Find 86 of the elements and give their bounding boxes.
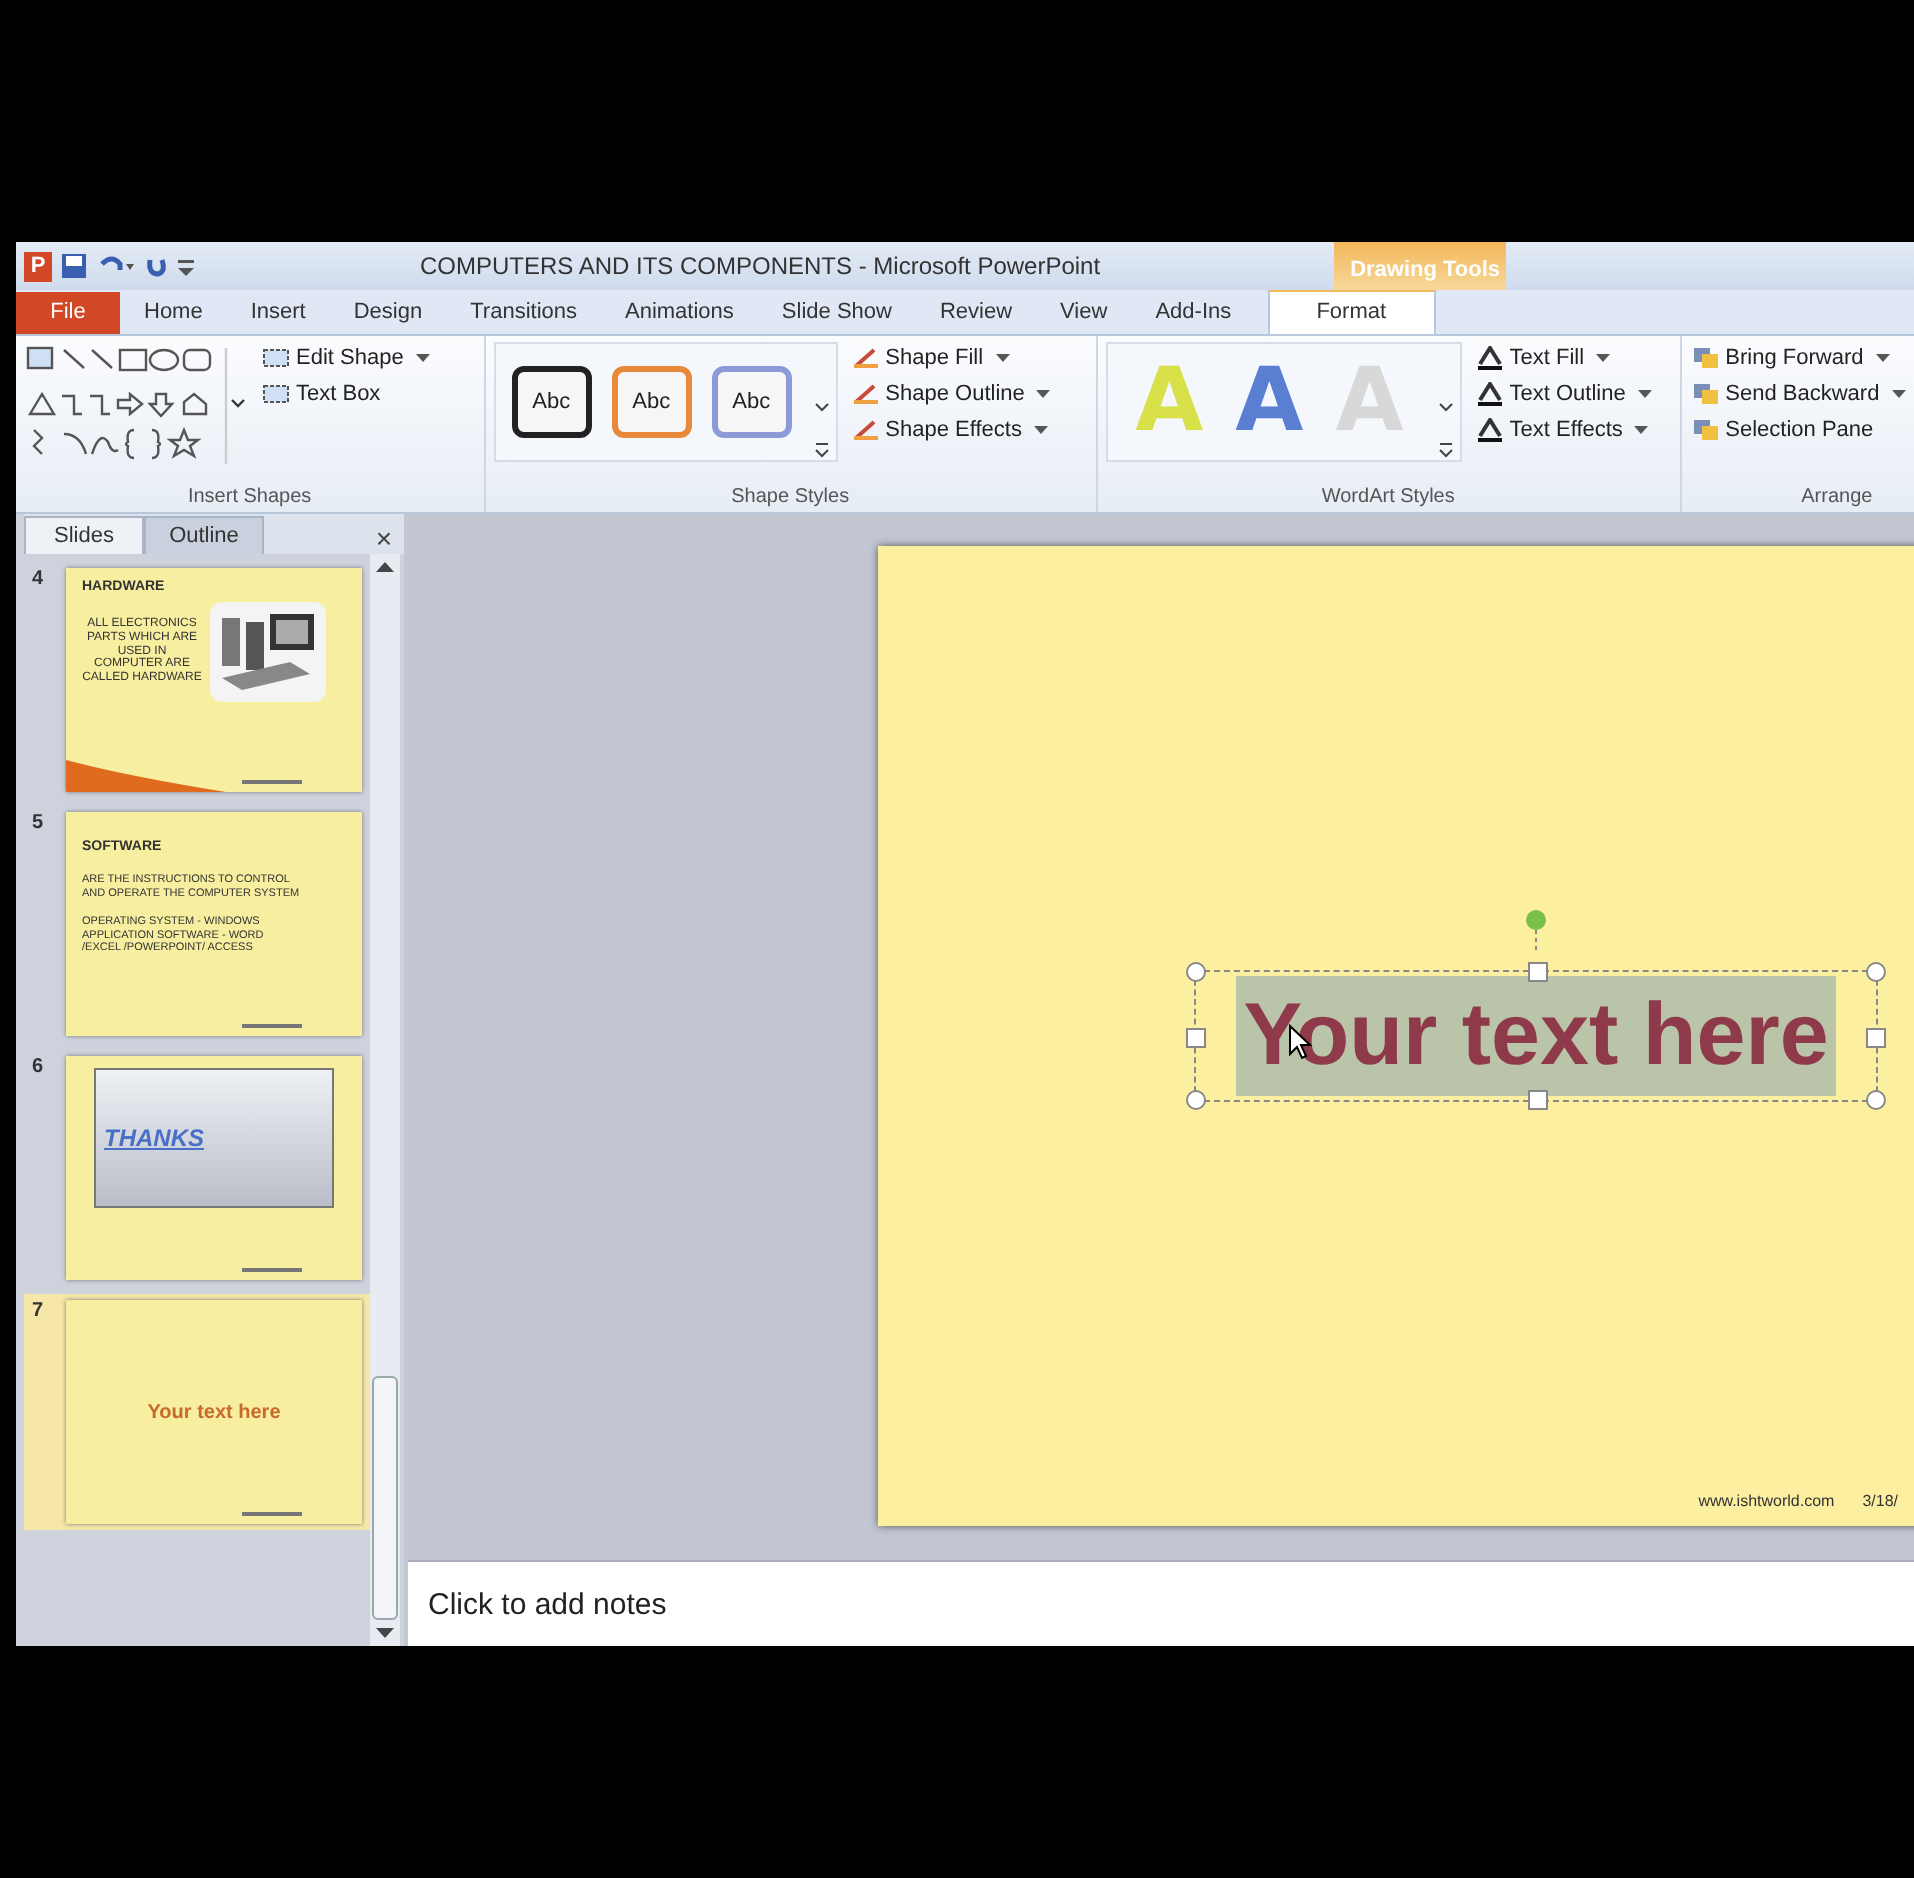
ribbon-command[interactable]: Text Effects bbox=[1473, 414, 1654, 446]
text-box-icon bbox=[262, 346, 290, 370]
ribbon-tab[interactable]: Review bbox=[915, 292, 1037, 334]
pencil-icon bbox=[851, 346, 880, 370]
dropdown-arrow-icon[interactable] bbox=[1596, 353, 1611, 363]
ribbon-command[interactable]: Bring Forward bbox=[1689, 342, 1908, 374]
ribbon-command[interactable]: Selection Pane bbox=[1689, 414, 1908, 446]
resize-handle[interactable] bbox=[1866, 1090, 1886, 1110]
scroll-up-icon[interactable] bbox=[376, 560, 394, 572]
resize-handle[interactable] bbox=[1528, 962, 1548, 982]
panel-tab[interactable]: Slides bbox=[24, 516, 144, 554]
text-box-icon bbox=[262, 382, 290, 406]
ribbon-command[interactable]: Text Box bbox=[260, 378, 432, 410]
scroll-bar[interactable] bbox=[370, 554, 400, 1646]
context-tab-group: Drawing Tools bbox=[1334, 242, 1507, 290]
ribbon-tab[interactable]: View bbox=[1036, 292, 1132, 334]
close-button[interactable]: × bbox=[363, 522, 404, 554]
slide-footer: www.ishtworld.com bbox=[1698, 1492, 1835, 1510]
group-label: Insert Shapes bbox=[185, 486, 314, 512]
slide-thumbnail-row[interactable]: 6 THANKS bbox=[24, 1050, 370, 1286]
ribbon-command[interactable]: Edit Shape bbox=[260, 342, 432, 374]
text-color-icon bbox=[1475, 418, 1504, 442]
ribbon-tab[interactable]: Animations bbox=[601, 292, 758, 334]
style-preset[interactable]: Abc bbox=[711, 366, 792, 438]
text-color-icon bbox=[1475, 382, 1504, 406]
text-color-icon bbox=[1475, 346, 1504, 370]
resize-handle[interactable] bbox=[1528, 1090, 1548, 1110]
slide-date: 3/18/ bbox=[1862, 1492, 1898, 1510]
ribbon-tab[interactable]: Design bbox=[329, 292, 447, 334]
ribbon-tab[interactable]: Insert bbox=[226, 292, 330, 334]
ribbon-command[interactable]: Text Outline bbox=[1473, 378, 1654, 410]
save-icon[interactable] bbox=[60, 252, 88, 280]
slide-canvas[interactable]: Your text here www.ishtworld.com 3/18/ bbox=[878, 546, 1914, 1526]
pencil-icon bbox=[851, 382, 880, 406]
style-preset[interactable]: Abc bbox=[511, 366, 592, 438]
thumbnail-title: Your text here bbox=[147, 1401, 281, 1423]
layers-icon bbox=[1691, 382, 1720, 406]
scroll-down-icon[interactable] bbox=[376, 1628, 394, 1640]
dropdown-arrow-icon[interactable] bbox=[1634, 425, 1649, 435]
resize-handle[interactable] bbox=[1866, 1028, 1886, 1048]
thumbnail-title: THANKS bbox=[104, 1124, 204, 1152]
ribbon-tab[interactable]: Transitions bbox=[446, 292, 601, 334]
dropdown-arrow-icon[interactable] bbox=[1036, 389, 1051, 399]
slide-number: 5 bbox=[32, 812, 46, 838]
ribbon-tab[interactable]: Slide Show bbox=[757, 292, 916, 334]
group-label: Arrange bbox=[1799, 486, 1875, 512]
panel-tab[interactable]: Outline bbox=[144, 516, 264, 554]
slide-number: 4 bbox=[32, 568, 46, 594]
resize-handle[interactable] bbox=[1186, 962, 1206, 982]
layers-icon bbox=[1691, 346, 1720, 370]
ribbon-tab[interactable]: Add-Ins bbox=[1131, 292, 1256, 334]
wordart-preset[interactable]: A bbox=[1235, 352, 1304, 452]
ribbon-command[interactable]: Shape Outline bbox=[849, 378, 1053, 410]
slide-thumbnail-row[interactable]: 7 Your text here bbox=[24, 1294, 370, 1530]
pencil-icon bbox=[851, 418, 880, 442]
ribbon-tab[interactable]: File bbox=[16, 292, 120, 334]
ribbon-command[interactable]: Shape Fill bbox=[849, 342, 1053, 374]
scroll-thumb[interactable] bbox=[372, 1376, 398, 1620]
app-logo: P bbox=[24, 251, 52, 281]
resize-handle[interactable] bbox=[1186, 1090, 1206, 1110]
layers-icon bbox=[1691, 418, 1720, 442]
dropdown-arrow-icon[interactable] bbox=[995, 353, 1010, 363]
rotation-handle[interactable] bbox=[1524, 908, 1548, 952]
window-title: COMPUTERS AND ITS COMPONENTS - Microsoft PowerPoint bbox=[420, 252, 1101, 280]
shapes-gallery-drawing[interactable] bbox=[24, 342, 248, 466]
group-label: Shape Styles bbox=[729, 486, 852, 512]
group-label: WordArt Styles bbox=[1319, 486, 1457, 512]
slide-number: 6 bbox=[32, 1056, 46, 1082]
dropdown-arrow-icon[interactable] bbox=[1637, 389, 1652, 399]
ribbon-command[interactable]: Text Fill bbox=[1473, 342, 1654, 374]
slide-text[interactable]: Your text here bbox=[1235, 976, 1837, 1096]
notes-field[interactable]: Click to add notes bbox=[408, 1560, 1914, 1646]
notes-placeholder: Click to add notes bbox=[428, 1587, 667, 1621]
ribbon-command[interactable]: Shape Effects bbox=[849, 414, 1053, 446]
dropdown-arrow-icon[interactable] bbox=[1033, 425, 1048, 435]
resize-handle[interactable] bbox=[1186, 1028, 1206, 1048]
ribbon-tab[interactable]: Home bbox=[120, 292, 227, 334]
mouse-pointer-icon bbox=[1288, 1024, 1312, 1060]
dropdown-arrow-icon[interactable] bbox=[1875, 353, 1890, 363]
slide-number: 7 bbox=[32, 1300, 46, 1326]
dropdown-arrow-icon[interactable] bbox=[1891, 389, 1906, 399]
ribbon-command[interactable]: Send Backward bbox=[1689, 378, 1908, 410]
style-preset[interactable]: Abc bbox=[611, 366, 692, 438]
resize-handle[interactable] bbox=[1866, 962, 1886, 982]
dropdown-arrow-icon[interactable] bbox=[415, 353, 430, 363]
ribbon-tab[interactable]: Format bbox=[1267, 288, 1436, 334]
